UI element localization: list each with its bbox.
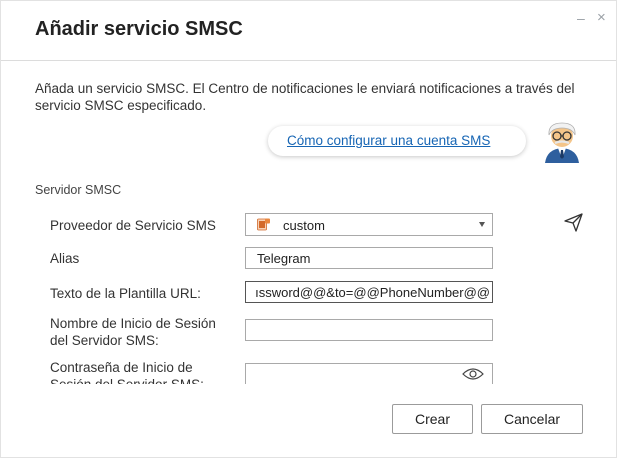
url-template-input[interactable]: ıssword@@&to=@@PhoneNumber@@: [245, 281, 493, 303]
chevron-down-icon: [479, 222, 485, 227]
alias-input-value: Telegram: [257, 251, 311, 266]
help-bubble: Cómo configurar una cuenta SMS: [268, 126, 526, 156]
url-template-label: Texto de la Plantilla URL:: [50, 286, 201, 301]
form-scroll-area[interactable]: Proveedor de Servicio SMS custom Alias T…: [1, 206, 617, 384]
login-name-input[interactable]: [245, 319, 493, 341]
dialog-description: Añada un servicio SMSC. El Centro de not…: [35, 81, 575, 113]
eye-icon[interactable]: [462, 367, 484, 381]
section-smsc-server: Servidor SMSC: [35, 183, 122, 197]
create-button[interactable]: Crear: [392, 404, 473, 434]
cancel-button[interactable]: Cancelar: [481, 404, 583, 434]
title-divider: [1, 60, 616, 61]
provider-select[interactable]: custom: [245, 213, 493, 236]
help-link[interactable]: Cómo configurar una cuenta SMS: [287, 133, 490, 148]
provider-selected-value: custom: [283, 218, 325, 233]
login-name-label: Nombre de Inicio de Sesión del Servidor …: [50, 316, 216, 348]
password-input[interactable]: [245, 363, 493, 384]
url-template-input-value: ıssword@@&to=@@PhoneNumber@@: [255, 285, 490, 300]
dialog-title: Añadir servicio SMSC: [35, 18, 243, 40]
provider-label: Proveedor de Servicio SMS: [50, 218, 216, 233]
close-button[interactable]: ×: [597, 10, 606, 26]
minimize-button[interactable]: –: [577, 10, 585, 26]
password-label: Contraseña de Inicio de Sesión del Servi…: [50, 360, 204, 384]
alias-label: Alias: [50, 251, 80, 266]
alias-input[interactable]: Telegram: [245, 247, 493, 269]
helper-mascot-icon: [545, 122, 579, 163]
add-smsc-dialog: Añadir servicio SMSC – × Añada un servic…: [0, 0, 617, 458]
custom-provider-icon: [257, 218, 270, 231]
